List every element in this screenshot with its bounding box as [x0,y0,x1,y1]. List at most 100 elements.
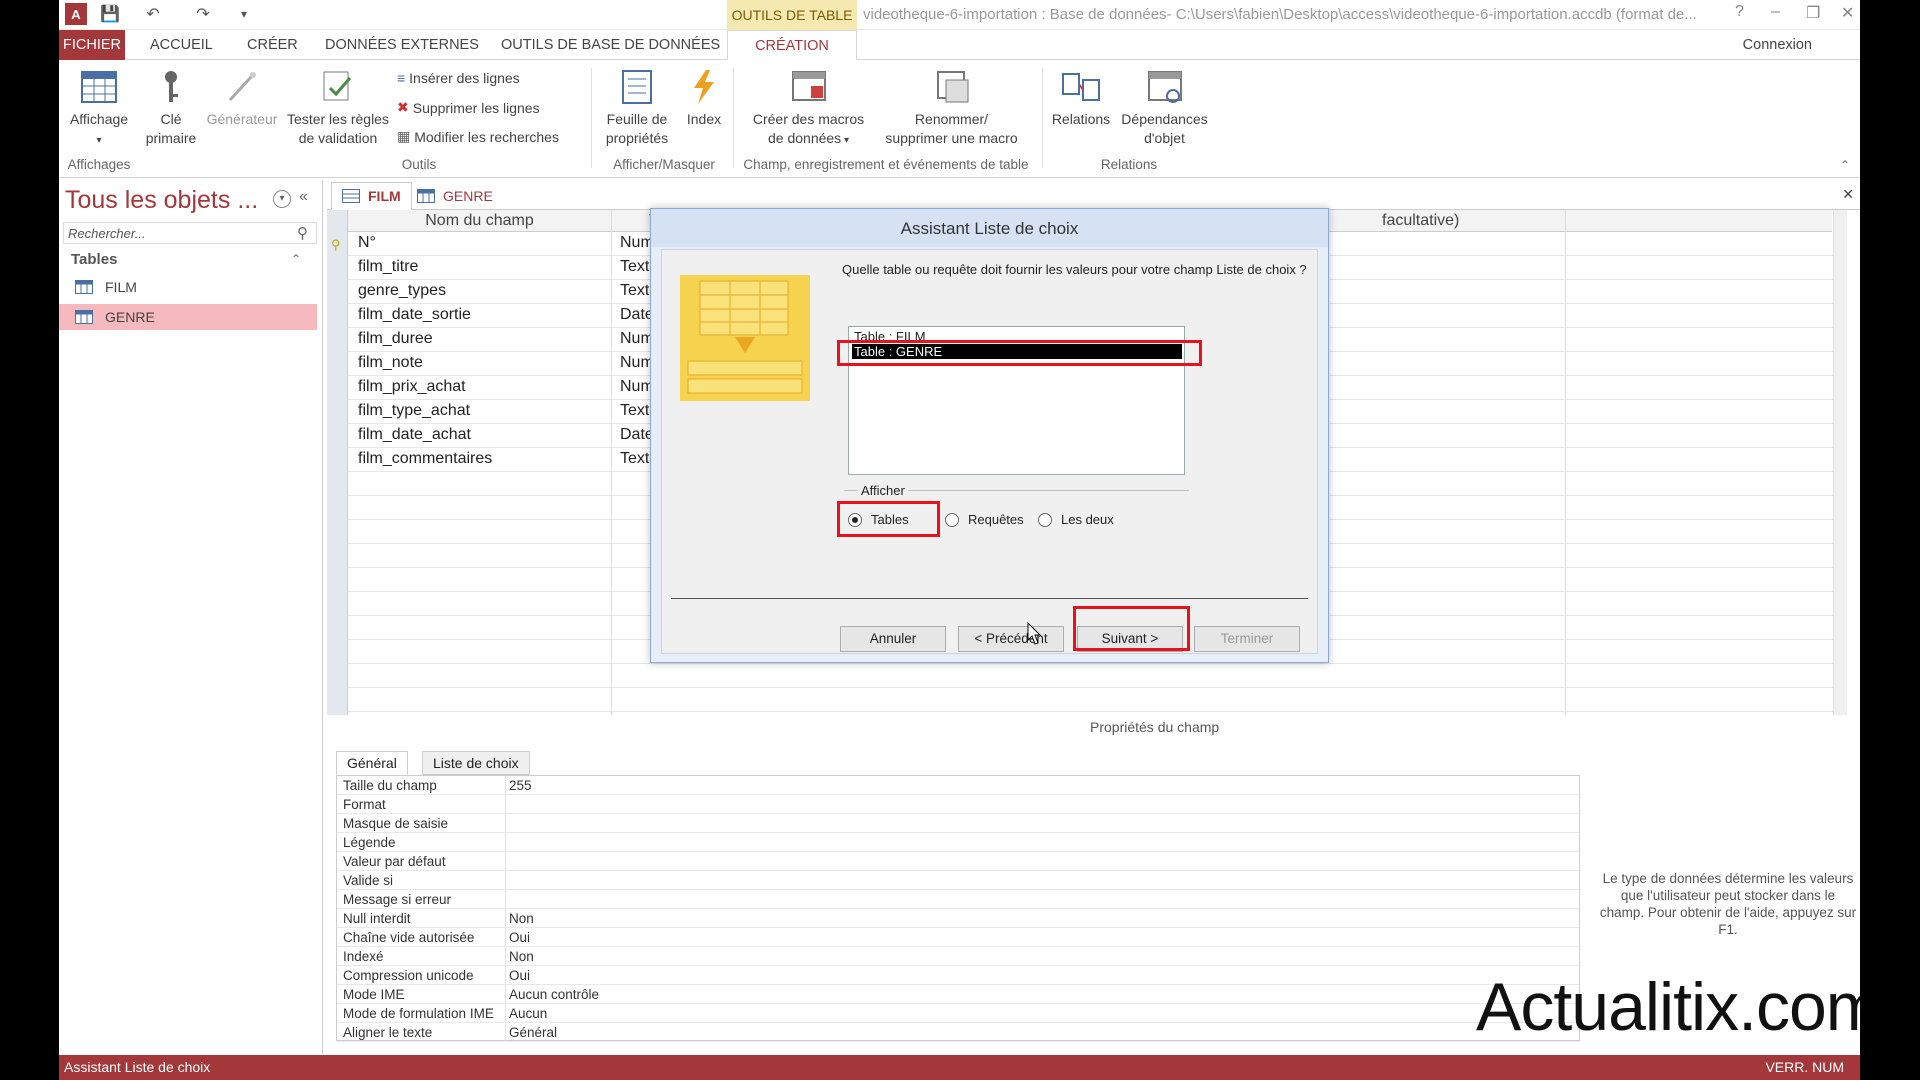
field-name-cell[interactable]: film_note [358,354,423,372]
tab-donnees-externes[interactable]: DONNÉES EXTERNES [319,30,485,60]
renommer-macro-button[interactable]: Renommer/supprimer une macro [879,60,1024,148]
property-row[interactable]: Format [337,795,1579,814]
dependances-label-2: d'objet [1144,130,1185,146]
property-value[interactable]: Oui [509,968,530,983]
property-value[interactable]: Non [509,949,534,964]
doc-tab-film[interactable]: FILM [331,182,412,210]
save-icon[interactable]: 💾 [99,3,121,25]
property-row[interactable]: Valeur par défaut [337,852,1579,871]
property-value[interactable]: Général [509,1025,557,1040]
property-row[interactable]: Taille du champ 255 [337,776,1579,795]
shutter-bar-close-icon[interactable]: « [299,188,308,206]
property-row[interactable]: Aligner le texte Général [337,1023,1579,1042]
help-icon[interactable]: ? [1735,3,1744,21]
nav-menu-chevron-icon[interactable]: ▾ [273,190,291,208]
vertical-scrollbar[interactable] [1833,210,1847,715]
property-value[interactable]: Aucun contrôle [509,987,599,1002]
radio-button-icon[interactable] [945,512,959,527]
radio-button-icon[interactable] [1038,512,1052,527]
field-name-cell[interactable]: film_duree [358,330,433,348]
generateur-button[interactable]: Générateur [202,60,282,129]
feuille-proprietes-button[interactable]: Feuille de propriétés [597,60,677,148]
property-value[interactable]: 255 [509,778,532,793]
relations-button[interactable]: Relations [1046,60,1116,129]
precedent-button[interactable]: < Précédent [958,626,1064,652]
radio-label: Tables [871,512,909,527]
nav-item-film[interactable]: FILM [59,274,317,300]
tab-accueil[interactable]: ACCUEIL [144,30,219,60]
tab-creation[interactable]: CRÉATION [727,30,857,61]
tab-general[interactable]: Général [336,751,408,775]
radio-requetes[interactable]: Requêtes [945,512,1024,527]
section-collapse-icon[interactable]: ⌃ [291,252,301,266]
tab-outils-bd[interactable]: OUTILS DE BASE DE DONNÉES [495,30,726,60]
search-icon[interactable]: ⚲ [297,224,308,242]
tab-liste-de-choix[interactable]: Liste de choix [422,751,530,775]
affichage-button[interactable]: Affichage ▾ [65,60,133,150]
modifier-recherches-button[interactable]: ▦ Modifier les recherches [397,128,559,145]
terminer-button[interactable]: Terminer [1194,626,1300,652]
field-name-cell[interactable]: film_type_achat [358,402,470,420]
collapse-ribbon-icon[interactable]: ⌃ [1840,158,1850,172]
customize-qat-icon[interactable]: ▾ [235,3,253,25]
annuler-button[interactable]: Annuler [840,626,946,652]
field-name-cell[interactable]: film_date_achat [358,426,471,444]
field-name-cell[interactable]: film_date_sortie [358,306,471,324]
field-name-cell[interactable]: film_titre [358,258,418,276]
insert-rows-icon: ≡ [397,70,406,86]
property-value[interactable]: Non [509,911,534,926]
cle-primaire-button[interactable]: Clé primaire [141,60,201,148]
supprimer-lignes-button[interactable]: ✖ Supprimer les lignes [397,99,540,116]
tab-creer[interactable]: CRÉER [241,30,304,60]
dependances-button[interactable]: Dépendances d'objet [1117,60,1212,148]
nav-item-genre[interactable]: GENRE [59,304,317,330]
redo-icon[interactable]: ↷ [189,3,217,25]
index-button[interactable]: Index [679,60,729,129]
inserer-lignes-button[interactable]: ≡ Insérer des lignes [397,70,520,86]
field-name-cell[interactable]: film_prix_achat [358,378,466,396]
nav-title[interactable]: Tous les objets ... [65,186,258,215]
restore-icon[interactable]: ❐ [1806,3,1820,23]
property-row[interactable]: Indexé Non [337,947,1579,966]
nav-section-tables[interactable]: Tables [71,251,117,268]
list-item[interactable]: Table : FILM [852,329,1182,344]
undo-icon[interactable]: ↶ [139,3,167,25]
property-row[interactable]: Valide si [337,871,1579,890]
property-value[interactable]: Aucun [509,1006,547,1021]
row-selector-column[interactable] [327,210,348,715]
property-row[interactable]: Null interdit Non [337,909,1579,928]
radio-button-icon[interactable] [848,512,862,527]
property-row[interactable]: Compression unicode Oui [337,966,1579,985]
property-row[interactable]: Chaîne vide autorisée Oui [337,928,1579,947]
property-value[interactable]: Oui [509,930,530,945]
empty-row[interactable] [348,664,1847,688]
tab-fichier[interactable]: FICHIER [59,30,125,60]
list-item[interactable]: Table : GENRE [852,344,1182,359]
modifier-label: Modifier les recherches [414,128,559,145]
property-row[interactable]: Masque de saisie [337,814,1579,833]
radio-tables[interactable]: Tables [848,512,909,527]
doc-tab-genre[interactable]: GENRE [407,182,503,210]
close-icon[interactable]: ✕ [1841,3,1854,23]
property-row[interactable]: Mode IME Aucun contrôle [337,985,1579,1004]
property-row[interactable]: Message si erreur [337,890,1579,909]
suivant-button[interactable]: Suivant > [1077,626,1183,652]
property-row[interactable]: Légende [337,833,1579,852]
minimize-icon[interactable]: – [1771,3,1780,21]
field-name-cell[interactable]: film_commentaires [358,450,492,468]
nav-search-input[interactable]: Rechercher... [63,222,317,244]
tester-regles-button[interactable]: Tester les règles de validation [283,60,393,148]
table-icon [75,310,93,324]
watermark-text: Actualitix.com [1476,969,1860,1045]
connexion-link[interactable]: Connexion [1743,37,1812,53]
property-row[interactable]: Mode de formulation IME Aucun [337,1004,1579,1023]
close-document-icon[interactable]: ✕ [1842,186,1854,203]
empty-row[interactable] [348,688,1847,712]
field-name-cell[interactable]: N° [358,234,376,252]
ribbon-separator [1042,68,1043,168]
radio-les-deux[interactable]: Les deux [1038,512,1114,527]
table-list[interactable]: Table : FILM Table : GENRE [848,326,1185,475]
field-name-cell[interactable]: genre_types [358,282,446,300]
creer-macros-button[interactable]: Créer des macros de données ▾ [741,60,876,150]
property-label: Indexé [343,949,384,964]
